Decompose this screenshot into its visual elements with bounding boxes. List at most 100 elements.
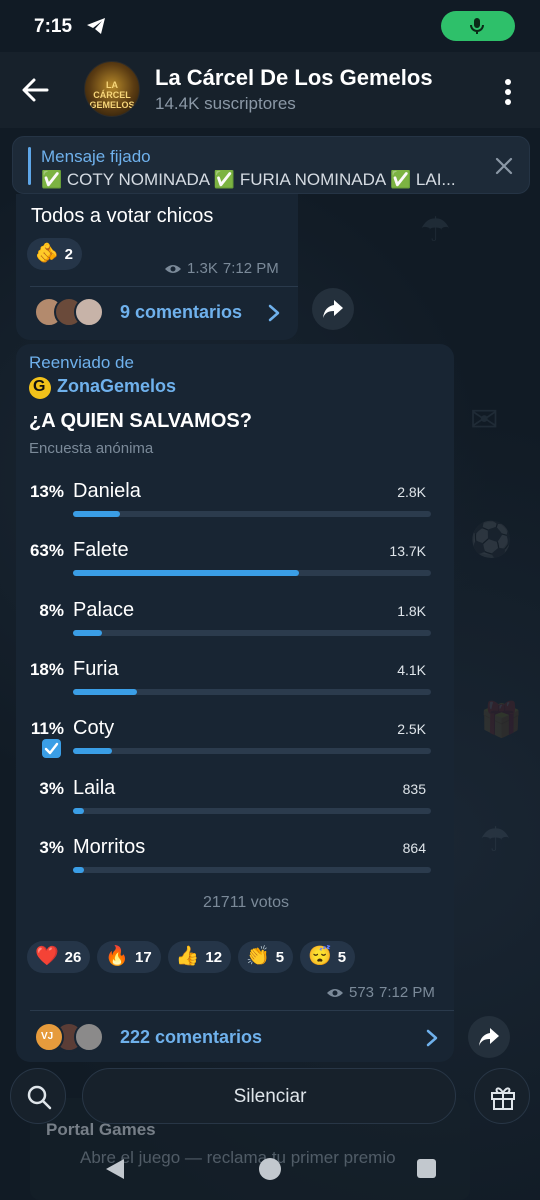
reactions-row: ❤️ 26 🔥 17 👍 12 👏 5 😴 5 <box>27 941 356 973</box>
back-arrow-icon[interactable] <box>20 76 50 104</box>
poll-option-name: Falete <box>73 539 129 562</box>
share-arrow-icon <box>323 300 343 318</box>
eye-icon <box>327 988 343 997</box>
poll-option[interactable]: 13% Daniela 2.8K <box>16 480 454 538</box>
poll-option[interactable]: 3% Morritos 864 <box>16 835 454 894</box>
reaction-emoji: 😴 <box>308 946 332 967</box>
poll-option-bar <box>73 511 431 517</box>
close-icon[interactable] <box>495 157 513 175</box>
poll-option[interactable]: 11% Coty 2.5K <box>16 717 454 775</box>
poll-option-votes: 4.1K <box>397 661 426 678</box>
message-bubble[interactable]: Todos a votar chicos 🫵 2 1.3K 7:12 PM 9 … <box>16 194 298 340</box>
telegram-icon <box>87 18 105 34</box>
forwarded-label: Reenviado de <box>29 353 134 372</box>
poll-option[interactable]: 3% Laila 835 <box>16 777 454 835</box>
poll-option[interactable]: 8% Palace 1.8K <box>16 598 454 657</box>
reaction-chip[interactable]: 👍 12 <box>167 941 232 973</box>
reaction-emoji: 🫵 <box>35 243 59 264</box>
poll-question: ¿A QUIEN SALVAMOS? <box>29 410 252 432</box>
channel-avatar[interactable]: LA CÁRCEL GEMELOS <box>84 61 140 117</box>
avatar <box>74 1022 104 1052</box>
poll-message-bubble[interactable]: Reenviado de G ZonaGemelos ¿A QUIEN SALV… <box>16 344 454 1062</box>
reaction-emoji: ❤️ <box>35 946 59 967</box>
pinned-title: Mensaje fijado <box>41 147 151 166</box>
wallpaper-doodle: ⚽ <box>470 521 513 559</box>
share-button[interactable] <box>468 1016 510 1058</box>
nav-back-icon[interactable] <box>104 1157 126 1181</box>
poll-option-fill <box>73 807 84 814</box>
poll-option-bar <box>73 629 431 636</box>
mic-indicator <box>441 11 515 41</box>
message-time: 7:12 PM <box>222 260 279 277</box>
reaction-emoji: 👍 <box>175 946 200 967</box>
wallpaper-doodle: ☂ <box>420 211 451 249</box>
reaction-count: 2 <box>64 245 74 263</box>
message-text: Todos a votar chicos <box>31 205 214 227</box>
reaction-emoji: 🔥 <box>105 946 130 967</box>
reaction-chip[interactable]: 👏 5 <box>238 941 294 973</box>
pinned-message-bar[interactable]: Mensaje fijado ✅ COTY NOMINADA ✅ FURIA N… <box>12 136 530 194</box>
avatar-initials: VJ <box>41 1031 54 1042</box>
poll-option-votes: 835 <box>402 780 426 797</box>
message-meta: 1.3K 7:12 PM <box>164 260 279 277</box>
comments-link[interactable]: 9 comentarios <box>34 297 242 327</box>
pinned-preview: ✅ COTY NOMINADA ✅ FURIA NOMINADA ✅ LAI..… <box>41 170 456 189</box>
divider <box>30 1010 454 1011</box>
mute-label: Silenciar <box>233 1086 307 1107</box>
poll-option-bar <box>73 807 431 814</box>
poll-option-fill <box>73 688 138 695</box>
poll-option-fill <box>73 748 113 755</box>
poll-option-name: Furia <box>73 657 119 680</box>
poll-option-fill <box>73 511 120 517</box>
reaction-count: 5 <box>337 948 347 966</box>
mute-button[interactable]: Silenciar <box>82 1068 456 1124</box>
message-time: 7:12 PM <box>379 984 435 1001</box>
comments-count: 222 comentarios <box>120 1026 263 1047</box>
poll-option-name: Palace <box>73 598 135 621</box>
poll-option-bar <box>73 688 431 695</box>
reaction-chip[interactable]: 🫵 2 <box>27 238 83 270</box>
chat-header: LA CÁRCEL GEMELOS La Cárcel De Los Gemel… <box>0 52 540 128</box>
mic-icon <box>470 18 484 34</box>
forwarded-source[interactable]: ZonaGemelos <box>57 376 176 397</box>
poll-option-bar <box>73 748 431 755</box>
gift-icon <box>491 1087 515 1110</box>
poll-option-votes: 2.5K <box>397 721 426 738</box>
gift-button[interactable] <box>474 1068 530 1124</box>
divider <box>30 286 298 287</box>
channel-title[interactable]: La Cárcel De Los Gemelos <box>155 65 433 91</box>
comments-link[interactable]: VJ 222 comentarios <box>34 1022 262 1052</box>
poll-option[interactable]: 63% Falete 13.7K <box>16 539 454 597</box>
nav-recents-icon[interactable] <box>417 1159 436 1178</box>
share-arrow-icon <box>479 1028 499 1046</box>
wallpaper-doodle: ✉ <box>470 401 499 439</box>
poll-option-votes: 2.8K <box>397 484 426 500</box>
poll-option-percent: 18% <box>29 659 64 679</box>
reaction-count: 12 <box>205 948 223 966</box>
more-options-icon[interactable] <box>500 77 516 107</box>
avatar <box>74 297 104 327</box>
status-time: 7:15 <box>34 16 73 37</box>
poll-option-name: Morritos <box>73 835 146 858</box>
search-button[interactable] <box>10 1068 66 1124</box>
reaction-emoji: 👏 <box>246 946 270 967</box>
checkmark-icon <box>42 739 61 759</box>
reaction-chip[interactable]: 😴 5 <box>300 941 356 973</box>
chevron-right-icon <box>268 304 280 322</box>
reaction-chip[interactable]: ❤️ 26 <box>27 941 91 973</box>
poll-option-percent: 13% <box>29 482 64 501</box>
reaction-chip[interactable]: 🔥 17 <box>97 941 161 973</box>
nav-home-icon[interactable] <box>259 1158 281 1180</box>
avatar-logo-text: LA CÁRCEL GEMELOS <box>89 80 135 110</box>
share-button[interactable] <box>312 288 354 330</box>
poll-option-percent: 11% <box>30 719 64 739</box>
poll-option-name: Coty <box>73 717 115 740</box>
source-logo-icon: G <box>29 377 51 399</box>
reaction-count: 5 <box>275 948 285 966</box>
subscriber-count: 14.4K suscriptores <box>155 94 296 113</box>
poll-option-votes: 864 <box>402 839 426 856</box>
poll-total-votes: 21711 votos <box>203 894 289 911</box>
poll-option[interactable]: 18% Furia 4.1K <box>16 657 454 716</box>
search-icon <box>27 1085 52 1110</box>
wallpaper-doodle: ☂ <box>480 821 511 859</box>
